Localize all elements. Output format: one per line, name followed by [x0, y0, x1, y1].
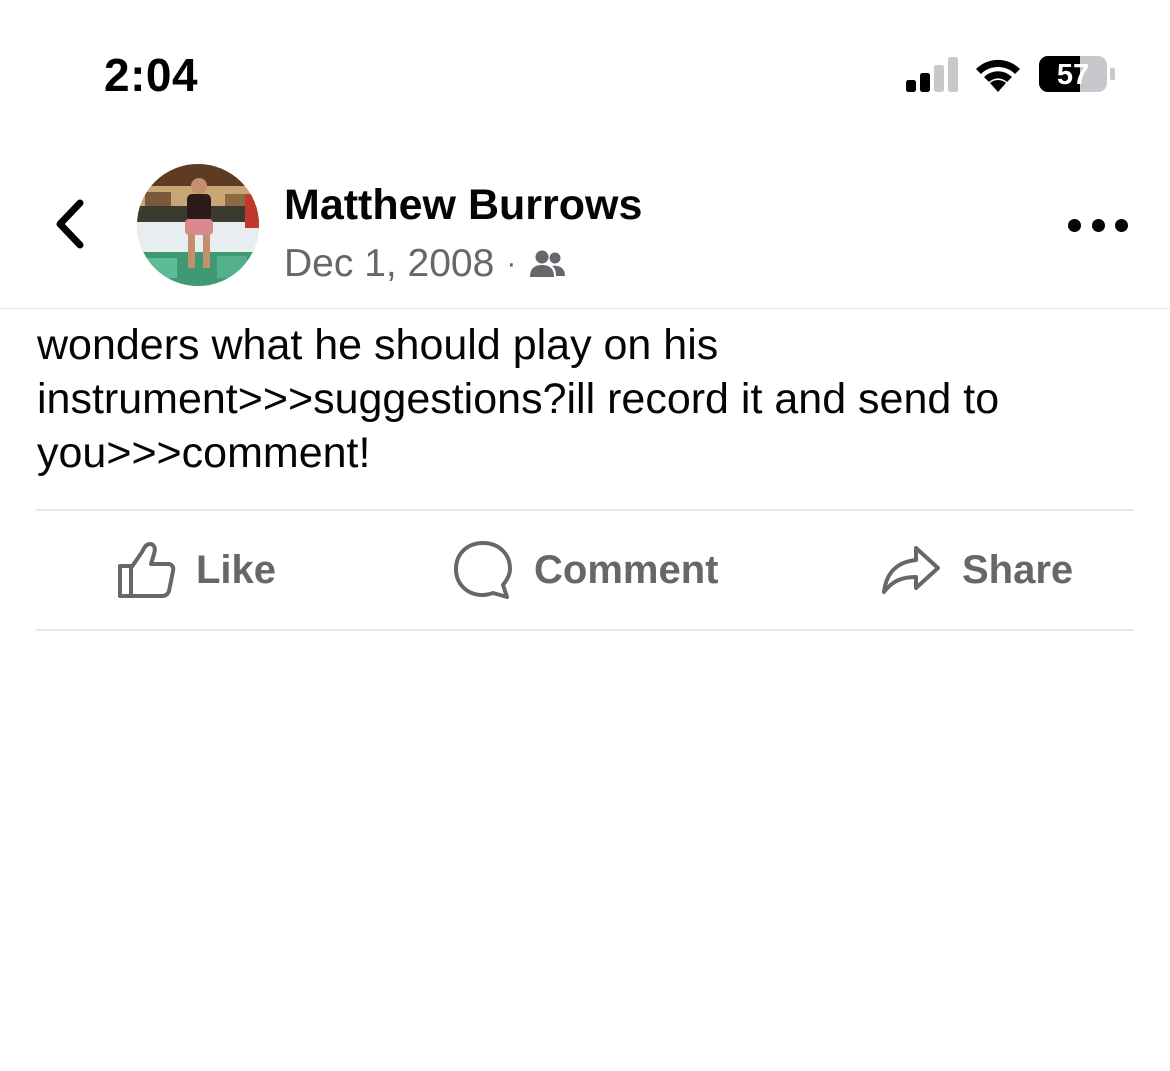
share-arrow-icon [882, 546, 940, 594]
post-date[interactable]: Dec 1, 2008 [284, 242, 494, 286]
share-label: Share [962, 547, 1074, 592]
chevron-left-icon [56, 199, 84, 249]
like-button[interactable]: Like [116, 512, 276, 628]
back-button[interactable] [40, 194, 100, 254]
more-dot [1115, 218, 1128, 232]
status-bar: 2:04 57 [0, 0, 1170, 130]
battery-icon: 57 [1039, 56, 1115, 92]
post-meta: Dec 1, 2008 · [284, 240, 566, 288]
post-header: Matthew Burrows Dec 1, 2008 · [0, 150, 1170, 310]
share-button[interactable]: Share [880, 512, 1073, 628]
actions-bottom-divider [36, 629, 1134, 631]
profile-photo [137, 164, 259, 286]
meta-separator: · [506, 247, 517, 280]
cellular-signal-icon [906, 57, 958, 92]
status-time: 2:04 [104, 49, 199, 101]
more-dot [1091, 218, 1105, 232]
comment-button[interactable]: Comment [452, 512, 718, 628]
post-actions: Like Comment Share [0, 512, 1170, 628]
comment-bubble-icon [454, 541, 512, 599]
post-text: wonders what he should play on his instr… [37, 321, 1000, 477]
wifi-icon [976, 59, 1020, 92]
author-name[interactable]: Matthew Burrows [284, 180, 642, 230]
actions-top-divider [36, 509, 1134, 511]
battery-level: 57 [1057, 59, 1089, 91]
more-options-button[interactable] [1068, 210, 1128, 240]
like-label: Like [196, 547, 277, 592]
friends-icon[interactable] [530, 249, 566, 279]
more-dot [1068, 218, 1081, 232]
thumbs-up-icon [118, 542, 176, 598]
avatar[interactable] [137, 164, 259, 286]
header-divider [0, 308, 1170, 309]
comment-label: Comment [534, 547, 719, 592]
